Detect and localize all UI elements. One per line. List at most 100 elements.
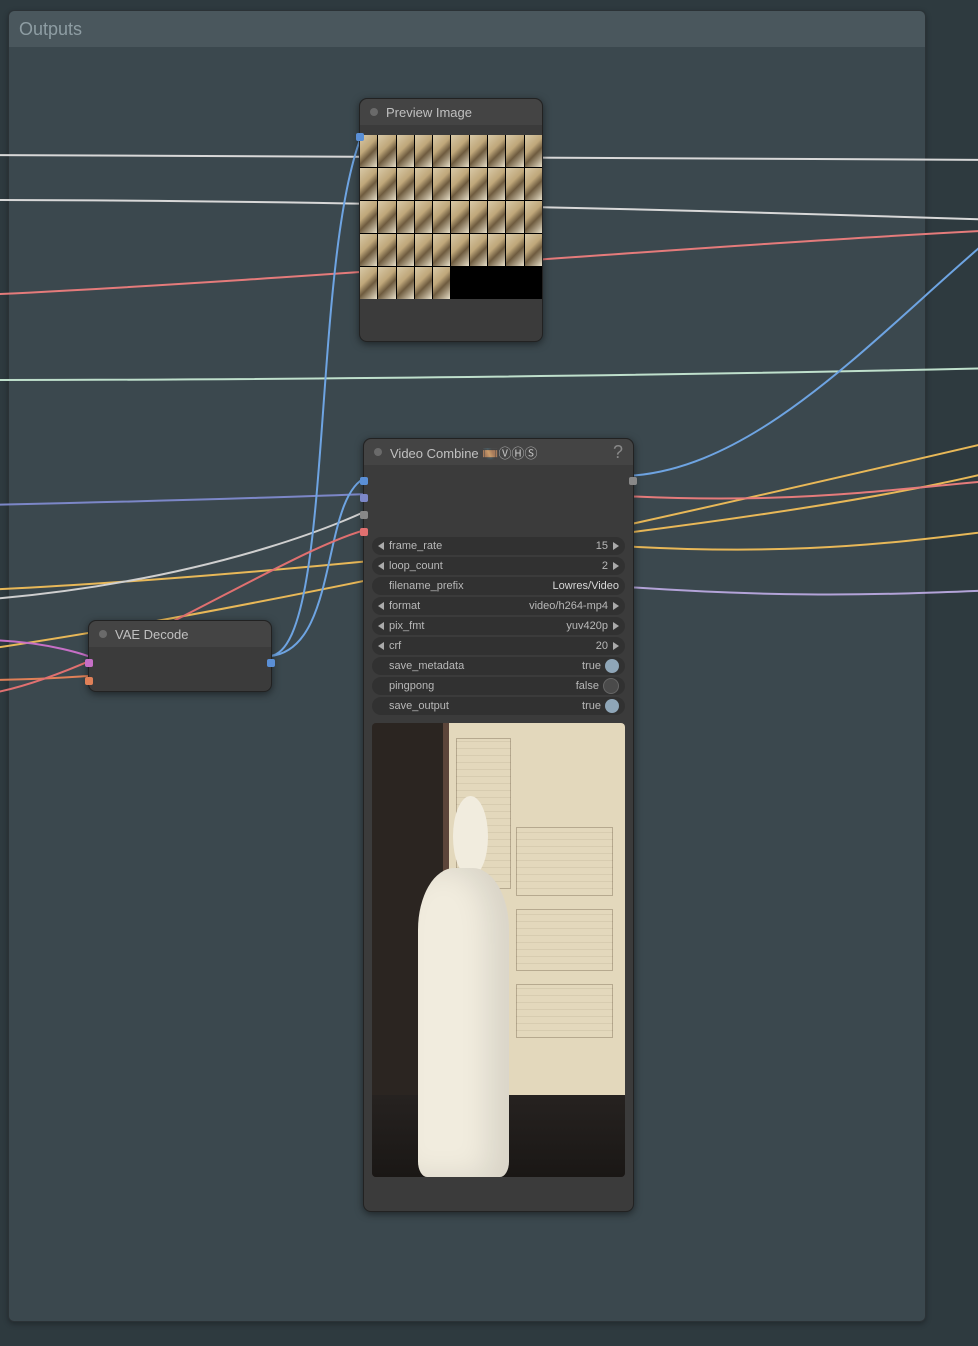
widget-save_metadata[interactable]: save_metadata true (372, 657, 625, 675)
widget-value: Lowres/Video (553, 580, 619, 592)
widget-label: crf (389, 640, 401, 652)
input-port[interactable] (360, 511, 368, 519)
thumbnail-frame (415, 135, 432, 167)
output-port[interactable] (267, 659, 275, 667)
status-dot-icon (99, 630, 107, 638)
thumbnail-frame (433, 234, 450, 266)
thumbnail-frame (470, 234, 487, 266)
thumbnail-frame (378, 135, 395, 167)
widget-value: 2 (602, 560, 608, 572)
widget-pix_fmt[interactable]: pix_fmt yuv420p (372, 617, 625, 635)
input-port[interactable] (360, 477, 368, 485)
thumbnail-frame (525, 168, 542, 200)
arrow-right-icon[interactable] (613, 642, 619, 650)
widget-value: 20 (596, 640, 608, 652)
thumbnail-frame (433, 267, 450, 299)
thumbnail-frame (525, 267, 542, 299)
arrow-left-icon[interactable] (378, 602, 384, 610)
node-preview-image[interactable]: Preview Image (359, 98, 543, 342)
input-port[interactable] (85, 677, 93, 685)
arrow-right-icon[interactable] (613, 602, 619, 610)
thumbnail-frame (360, 234, 377, 266)
preview-figure-body (418, 868, 509, 1177)
node-header[interactable]: Video Combine 🎞️ⓋⒽⓈ ? (364, 439, 633, 465)
thumbnail-frame (488, 201, 505, 233)
output-port[interactable] (629, 477, 637, 485)
arrow-left-icon[interactable] (378, 642, 384, 650)
thumbnail-frame (433, 135, 450, 167)
group-title: Outputs (19, 19, 82, 40)
status-dot-icon (374, 448, 382, 456)
thumbnail-frame (415, 168, 432, 200)
node-title: VAE Decode (115, 627, 188, 642)
thumbnail-frame (451, 267, 468, 299)
widget-frame_rate[interactable]: frame_rate15 (372, 537, 625, 555)
input-port[interactable] (360, 494, 368, 502)
widget-save_output[interactable]: save_output true (372, 697, 625, 715)
preview-sketch (516, 909, 613, 971)
arrow-right-icon[interactable] (613, 622, 619, 630)
thumbnail-frame (378, 267, 395, 299)
thumbnail-frame (360, 267, 377, 299)
preview-thumbnail-grid[interactable] (360, 135, 542, 299)
arrow-right-icon[interactable] (613, 562, 619, 570)
input-port[interactable] (360, 528, 368, 536)
node-video-combine[interactable]: Video Combine 🎞️ⓋⒽⓈ ? frame_rate15 loop_c… (363, 438, 634, 1212)
thumbnail-frame (506, 168, 523, 200)
thumbnail-frame (451, 168, 468, 200)
video-output-preview[interactable] (372, 723, 625, 1177)
thumbnail-frame (397, 168, 414, 200)
arrow-right-icon[interactable] (613, 542, 619, 550)
widget-format[interactable]: format video/h264-mp4 (372, 597, 625, 615)
thumbnail-frame (360, 201, 377, 233)
thumbnail-frame (415, 267, 432, 299)
widget-label: pix_fmt (389, 620, 424, 632)
widget-label: save_output (389, 700, 449, 712)
thumbnail-frame (525, 135, 542, 167)
thumbnail-frame (470, 168, 487, 200)
thumbnail-frame (378, 234, 395, 266)
group-header[interactable]: Outputs (9, 11, 925, 47)
node-graph-canvas[interactable]: Outputs Preview Image VAE Decode Video C… (0, 0, 978, 1346)
widget-label: loop_count (389, 560, 443, 572)
thumbnail-frame (525, 234, 542, 266)
input-port[interactable] (85, 659, 93, 667)
thumbnail-frame (506, 135, 523, 167)
thumbnail-frame (506, 234, 523, 266)
input-port[interactable] (356, 133, 364, 141)
widget-label: save_metadata (389, 660, 464, 672)
arrow-left-icon[interactable] (378, 542, 384, 550)
node-header[interactable]: VAE Decode (89, 621, 271, 647)
thumbnail-frame (451, 135, 468, 167)
widget-pingpong[interactable]: pingpongfalse (372, 677, 625, 695)
thumbnail-frame (506, 201, 523, 233)
help-icon[interactable]: ? (613, 439, 623, 465)
thumbnail-frame (451, 234, 468, 266)
arrow-left-icon[interactable] (378, 562, 384, 570)
widget-value: yuv420p (566, 620, 608, 632)
widget-filename_prefix[interactable]: filename_prefixLowres/Video (372, 577, 625, 595)
thumbnail-frame (451, 201, 468, 233)
preview-sketch (516, 984, 613, 1038)
widget-value: false (576, 680, 599, 692)
status-dot-icon (370, 108, 378, 116)
node-vae-decode[interactable]: VAE Decode (88, 620, 272, 692)
toggle-knob[interactable] (605, 699, 619, 713)
widget-value: video/h264-mp4 (529, 600, 608, 612)
thumbnail-frame (433, 201, 450, 233)
node-title: Video Combine 🎞️ⓋⒽⓈ (390, 443, 537, 462)
widget-label: format (389, 600, 420, 612)
thumbnail-frame (470, 267, 487, 299)
thumbnail-frame (378, 168, 395, 200)
thumbnail-frame (488, 234, 505, 266)
thumbnail-frame (470, 135, 487, 167)
arrow-left-icon[interactable] (378, 622, 384, 630)
widget-value: 15 (596, 540, 608, 552)
widget-value: true (582, 700, 601, 712)
node-header[interactable]: Preview Image (360, 99, 542, 125)
widget-loop_count[interactable]: loop_count 2 (372, 557, 625, 575)
widget-crf[interactable]: crf 20 (372, 637, 625, 655)
widget-value: true (582, 660, 601, 672)
toggle-knob[interactable] (603, 678, 619, 694)
toggle-knob[interactable] (605, 659, 619, 673)
